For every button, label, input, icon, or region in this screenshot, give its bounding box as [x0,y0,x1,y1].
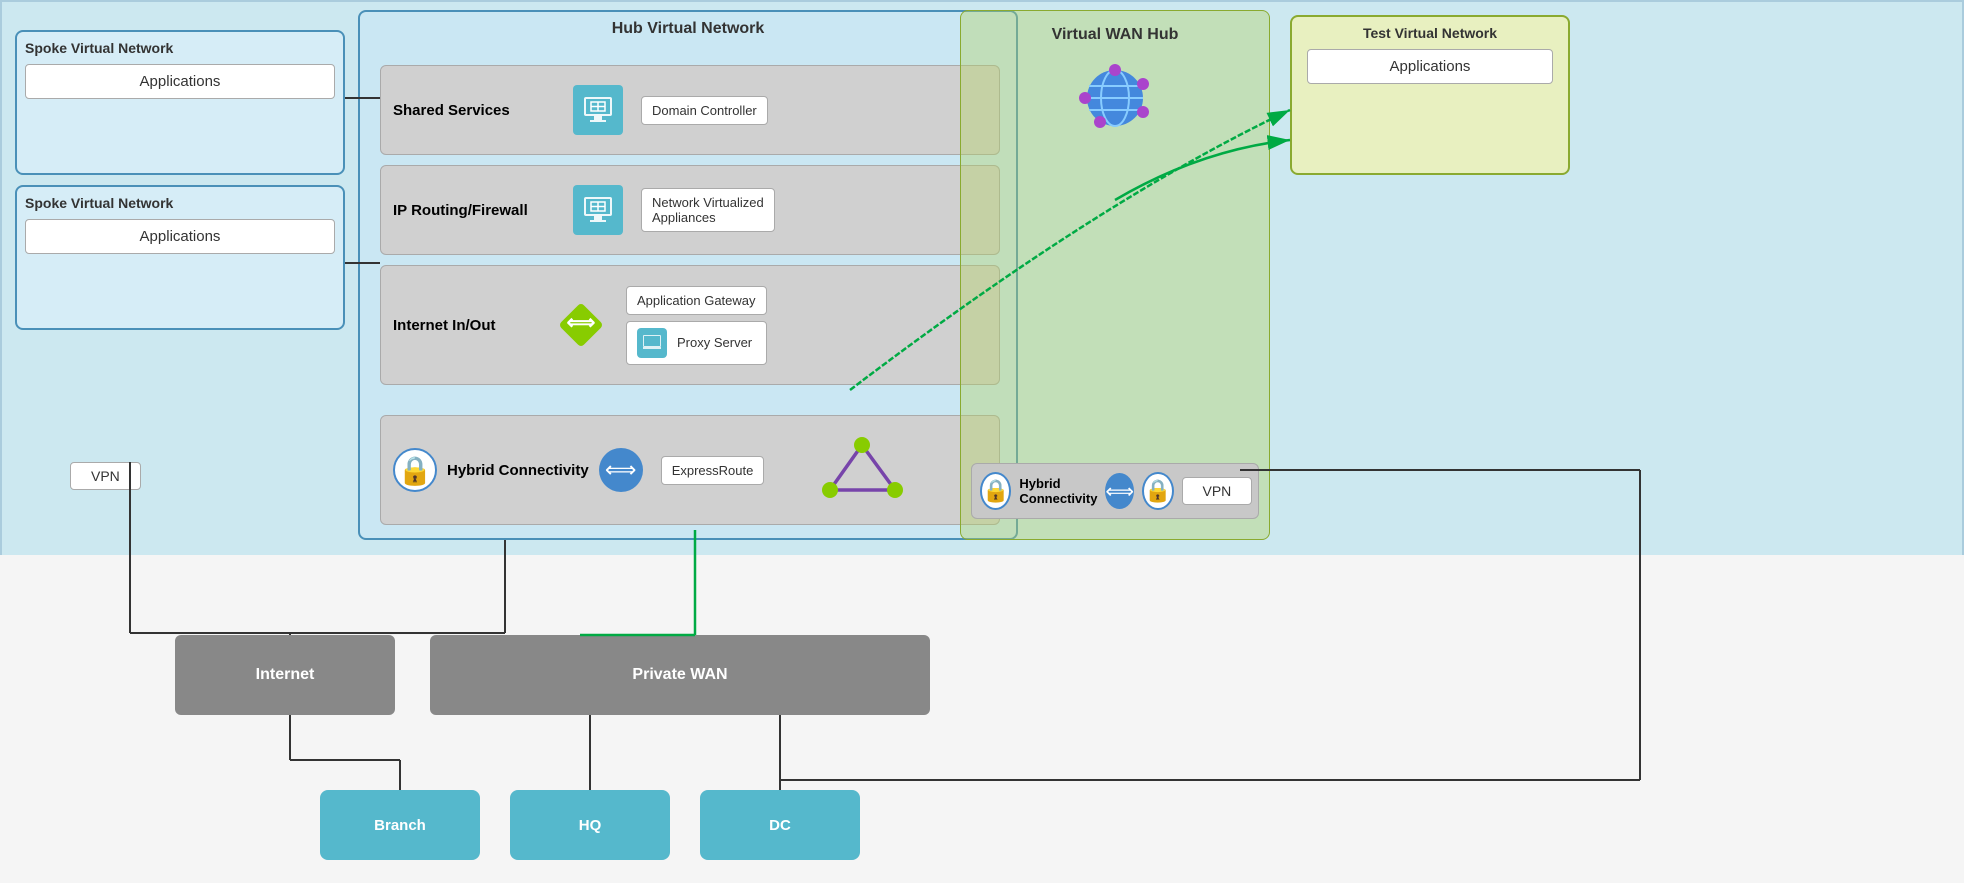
private-wan-box: Private WAN [430,635,930,715]
vpn-lock-wan-1: 🔒 [980,472,1011,510]
spoke-vnet-1-app: Applications [25,64,335,99]
spoke-vnet-1-title: Spoke Virtual Network [25,40,335,56]
spoke-vnet-2: Spoke Virtual Network Applications [15,185,345,330]
expressroute-box: ExpressRoute [661,456,765,485]
shared-services-icon [573,85,623,135]
svg-text:⟺: ⟺ [566,312,595,334]
hybrid-conn-wan-label: HybridConnectivity [1019,476,1097,506]
hub-vnet-title: Hub Virtual Network [360,12,1016,46]
hybrid-conn-hub-row: 🔒 Hybrid Connectivity ⟺ ExpressRoute [380,415,1000,525]
lower-background [0,555,1964,883]
expressroute-icon: ⟺ [599,448,643,492]
internet-inout-label: Internet In/Out [393,317,543,334]
ip-routing-row: IP Routing/Firewall Network VirtualizedA… [380,165,1000,255]
shared-services-row: Shared Services Domain Controller [380,65,1000,155]
ip-routing-icon [573,185,623,235]
vpn-label-wan: VPN [1182,477,1253,505]
wan-hub-title: Virtual WAN Hub [961,11,1269,44]
proxy-icon [637,328,667,358]
application-gateway-box: Application Gateway [626,286,767,315]
proxy-server-box: Proxy Server [626,321,767,365]
dc-box: DC [700,790,860,860]
test-vnet-app: Applications [1307,49,1553,84]
vpn-label-left: VPN [70,462,141,490]
internet-box: Internet [175,635,395,715]
spoke-vnet-2-app: Applications [25,219,335,254]
wan-hub-globe-icon [961,54,1269,134]
spoke-vnet-1: Spoke Virtual Network Applications [15,30,345,175]
nva-box: Network VirtualizedAppliances [641,188,775,232]
hybrid-conn-wan-row: 🔒 HybridConnectivity ⟺ 🔒 VPN [971,463,1259,519]
test-vnet-title: Test Virtual Network [1292,17,1568,49]
wan-hub: Virtual WAN Hub 🔒 HybridConnectivity ⟺ 🔒… [960,10,1270,540]
vpn-lock-wan-2: 🔒 [1142,472,1173,510]
spoke-vnet-2-title: Spoke Virtual Network [25,195,335,211]
internet-inout-row: Internet In/Out ⟺ Application Gateway Pr… [380,265,1000,385]
test-vnet: Test Virtual Network Applications [1290,15,1570,175]
hq-box: HQ [510,790,670,860]
shared-services-label: Shared Services [393,102,563,119]
domain-controller-box: Domain Controller [641,96,768,125]
vpn-lock-icon-hub: 🔒 [393,448,437,492]
branch-box: Branch [320,790,480,860]
app-gateway-icon: ⟺ [553,298,608,353]
ip-routing-label: IP Routing/Firewall [393,202,563,219]
arrows-wan-icon: ⟺ [1105,473,1134,509]
hybrid-conn-hub-label: Hybrid Connectivity [447,462,589,479]
